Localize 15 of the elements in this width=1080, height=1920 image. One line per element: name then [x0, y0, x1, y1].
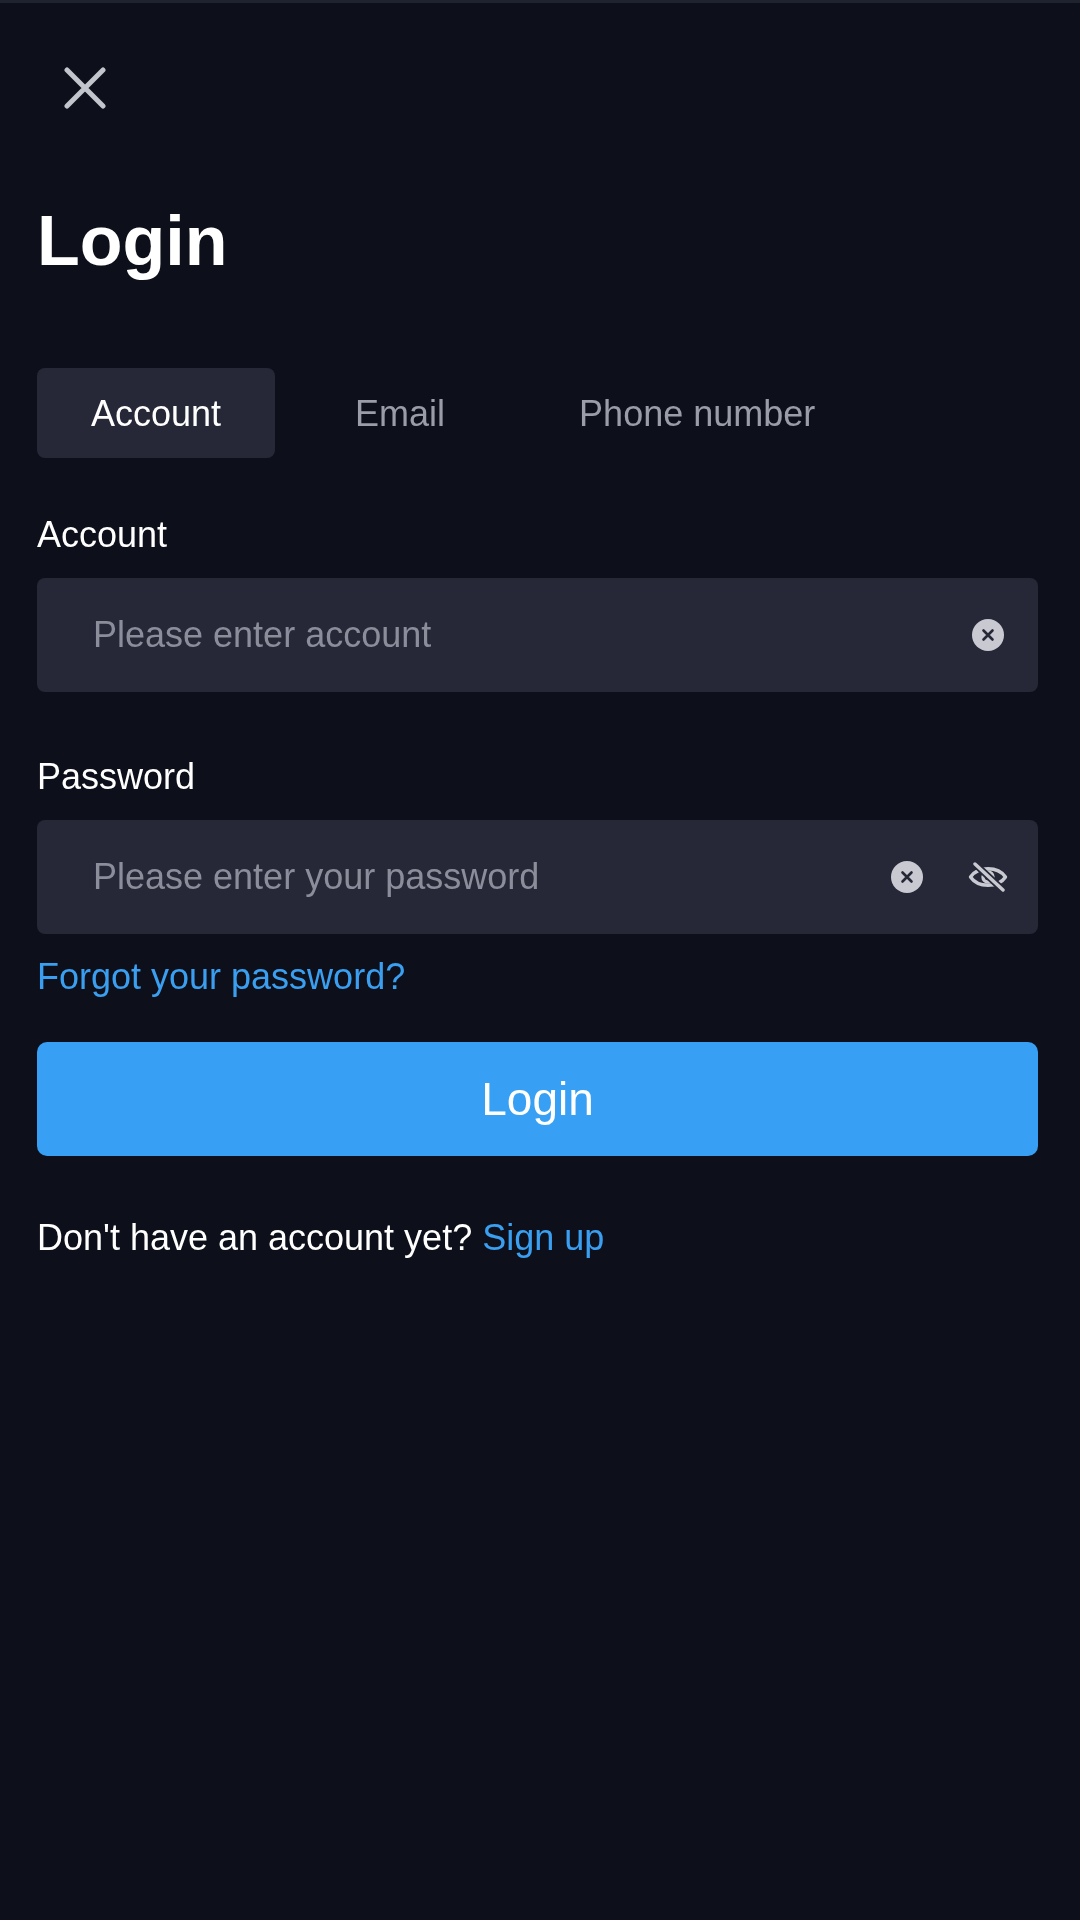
field-label: Account [37, 513, 168, 556]
page-title: Login [37, 201, 228, 282]
tab[interactable]: Account [37, 368, 276, 458]
forgot-password-link[interactable]: Forgot your password? [37, 955, 406, 998]
clear-icon[interactable] [972, 619, 1004, 651]
close-icon [64, 67, 106, 109]
tab[interactable]: Email [301, 368, 500, 458]
signup-link[interactable]: Sign up [482, 1217, 605, 1258]
field-label: Password [37, 755, 196, 798]
tab[interactable]: Phone number [525, 368, 870, 458]
signup-prompt: Don't have an account yet? Sign up [37, 1216, 605, 1259]
password-field[interactable]: Please enter your password [37, 820, 1038, 934]
eye-off-icon[interactable] [968, 862, 1008, 892]
clear-icon[interactable] [891, 861, 923, 893]
text-input-field[interactable]: Please enter account [37, 578, 1038, 692]
